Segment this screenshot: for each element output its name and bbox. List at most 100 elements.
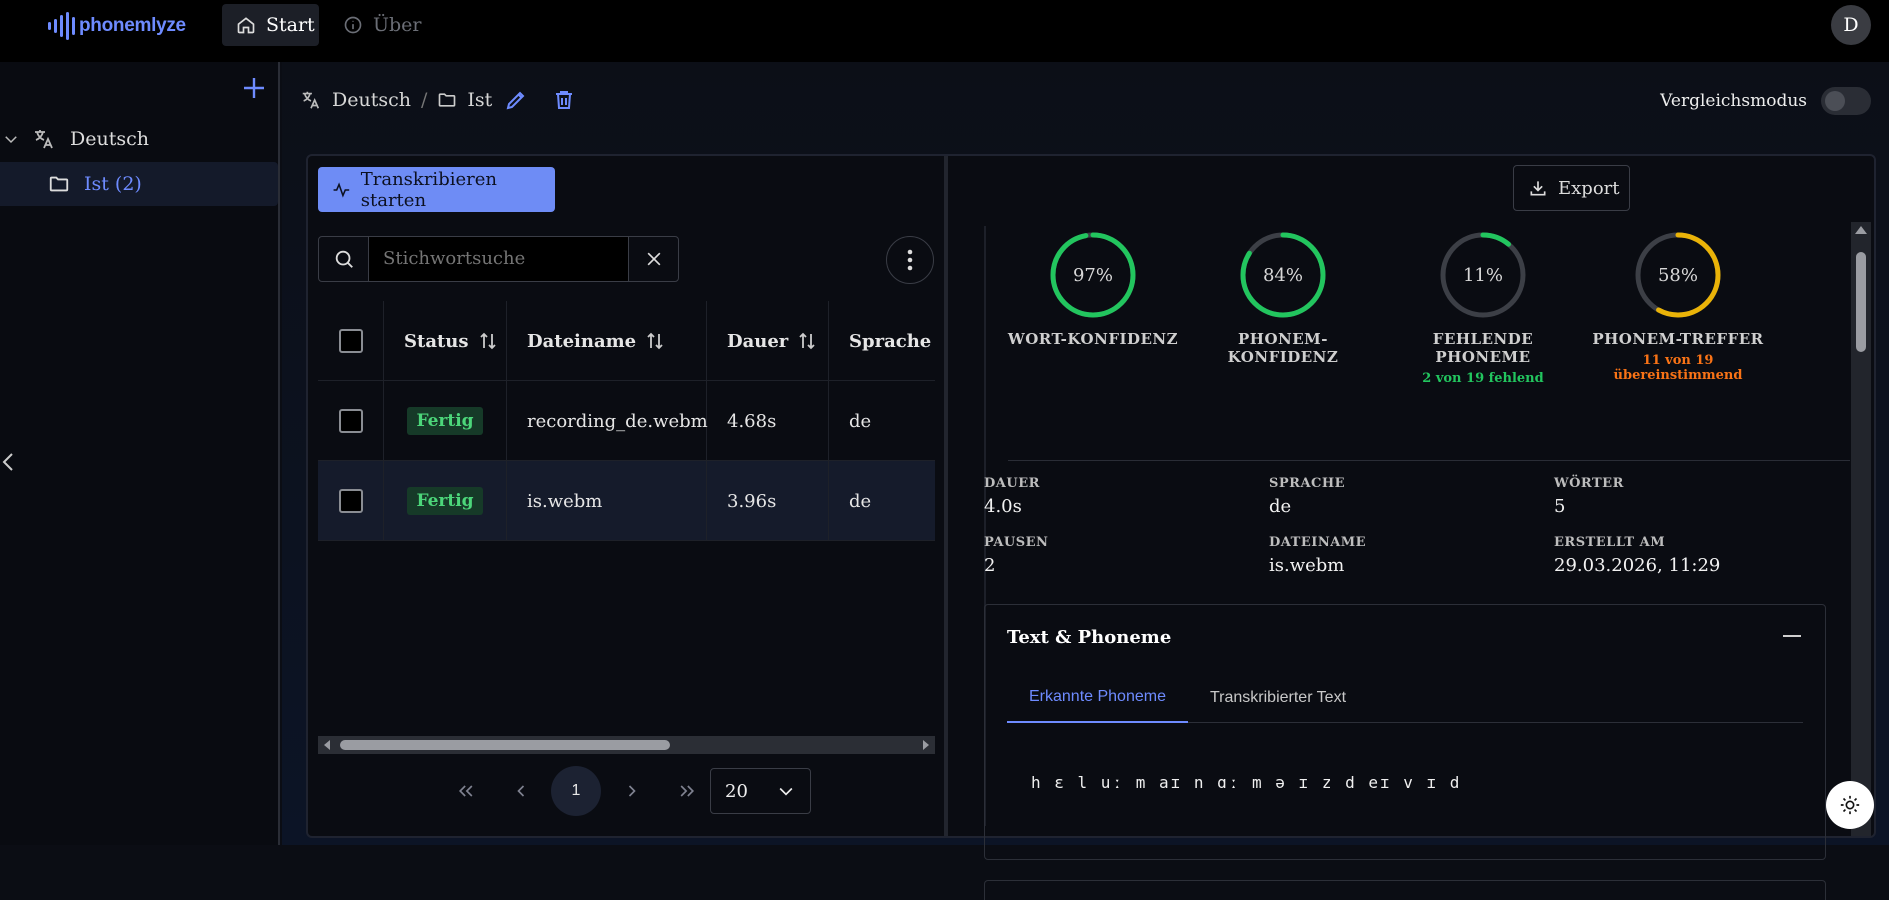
meta-erstellt-value: 29.03.2026, 11:29 [1554, 555, 1721, 576]
export-button[interactable]: Export [1513, 165, 1630, 211]
text-phoneme-card: Text & Phoneme Erkannte Phoneme Transkri… [984, 604, 1826, 860]
scroll-right-icon[interactable] [919, 736, 933, 754]
logo-waveform-icon [48, 12, 75, 40]
header-duration-label: Dauer [727, 330, 789, 352]
clear-search-button[interactable] [628, 237, 678, 281]
next-page-button[interactable] [604, 767, 659, 815]
status-badge: Fertig [407, 487, 483, 515]
gauge-subtext: 2 von 19 fehlend [1422, 371, 1544, 386]
logo[interactable]: phonemlyze [48, 12, 186, 40]
activity-icon [333, 181, 350, 198]
gauge-ring: 97% [1050, 232, 1136, 318]
meta-dauer-value: 4.0s [984, 496, 1022, 517]
gauge-ring: 58% [1635, 232, 1721, 318]
breadcrumb-folder: Ist [467, 89, 493, 111]
table-row[interactable]: Fertig recording_de.webm 4.68s de [318, 381, 935, 461]
vertical-scrollbar[interactable] [1851, 222, 1871, 836]
download-icon [1530, 181, 1546, 196]
folder-icon [49, 176, 69, 192]
meta-dateiname-label: DATEINAME [1269, 535, 1367, 550]
last-page-button[interactable] [659, 767, 714, 815]
avatar[interactable]: D [1831, 5, 1871, 45]
row-select-cell [318, 461, 384, 541]
gauge-value: 84% [1263, 265, 1303, 286]
page-size-value: 20 [725, 780, 748, 802]
header-filename-label: Dateiname [527, 330, 637, 352]
compare-mode: Vergleichsmodus [1660, 87, 1871, 115]
meta-erstellt-label: ERSTELLT AM [1554, 535, 1666, 550]
scroll-up-icon[interactable] [1855, 226, 1867, 234]
header-duration[interactable]: Dauer [707, 301, 829, 381]
nav-ueber[interactable]: Über [343, 4, 422, 46]
select-all-cell [318, 301, 384, 381]
current-page-button[interactable]: 1 [551, 766, 601, 816]
select-all-checkbox[interactable] [338, 329, 363, 353]
text-phoneme-title: Text & Phoneme [1007, 627, 1172, 648]
header-language-label: Sprache [849, 330, 932, 352]
vertical-scrollbar-thumb[interactable] [1856, 252, 1866, 352]
header-filename[interactable]: Dateiname [507, 301, 707, 381]
gauge-phonem-konfidenz: 84% PHONEM-KONFIDENZ [1183, 228, 1383, 366]
nav-start[interactable]: Start [222, 4, 319, 46]
pagination: 1 [438, 766, 714, 816]
nav-start-label: Start [266, 14, 315, 36]
next-card-edge [984, 880, 1826, 900]
translate-icon [302, 91, 320, 109]
page-size-select[interactable]: 20 [710, 768, 811, 814]
chevron-down-icon [779, 787, 793, 796]
theme-toggle-button[interactable] [1826, 781, 1874, 829]
compare-mode-toggle[interactable] [1821, 87, 1871, 115]
edit-icon[interactable] [504, 88, 528, 112]
main-area: Deutsch / Ist Vergleichsmodus Transkribi… [282, 62, 1889, 900]
filename-cell: is.webm [507, 461, 707, 541]
transcribe-button[interactable]: Transkribieren starten [318, 167, 555, 212]
nav-ueber-label: Über [373, 14, 422, 36]
search-box [318, 236, 679, 282]
gauge-phonem-treffer: 58% PHONEM-TREFFER 11 von 19 übereinstimme… [1578, 228, 1778, 383]
collapse-icon[interactable] [1783, 635, 1801, 637]
tab-transkribierter-text[interactable]: Transkribierter Text [1188, 673, 1368, 723]
close-icon [647, 252, 660, 266]
gauge-wort-konfidenz: 97% WORT-KONFIDENZ [993, 228, 1193, 348]
search-input[interactable] [369, 237, 628, 281]
chevrons-left-icon [458, 785, 472, 797]
trash-icon[interactable] [552, 88, 576, 112]
table-header-row: Status Dateiname Dauer Sprache [318, 301, 935, 381]
row-checkbox[interactable] [338, 489, 363, 513]
sort-icon [479, 332, 496, 350]
horizontal-scrollbar[interactable] [318, 736, 935, 754]
first-page-button[interactable] [438, 767, 493, 815]
sort-icon [647, 332, 663, 350]
compare-mode-label: Vergleichsmodus [1660, 91, 1807, 111]
header-language[interactable]: Sprache [829, 301, 935, 381]
gauge-fehlende-phoneme: 11% FEHLENDE PHONEME 2 von 19 fehlend [1383, 228, 1583, 386]
header-status-label: Status [404, 330, 469, 352]
chevron-down-icon[interactable] [2, 130, 20, 148]
gauge-label: PHONEM-KONFIDENZ [1227, 330, 1339, 366]
header-status[interactable]: Status [384, 301, 507, 381]
breadcrumb-language[interactable]: Deutsch [332, 89, 411, 111]
duration-cell: 3.96s [707, 461, 829, 541]
more-options-button[interactable] [886, 236, 934, 284]
horizontal-scrollbar-thumb[interactable] [340, 740, 670, 750]
prev-page-button[interactable] [493, 767, 548, 815]
row-checkbox[interactable] [338, 409, 363, 433]
chevron-left-icon[interactable] [0, 450, 16, 474]
gauge-value: 97% [1073, 265, 1113, 286]
gauge-label: FEHLENDE PHONEME [1432, 330, 1534, 366]
meta-sprache-label: SPRACHE [1269, 476, 1346, 491]
gauge-label: WORT-KONFIDENZ [1007, 330, 1179, 348]
sidebar-item-ist-label: Ist (2) [84, 173, 142, 195]
sidebar-item-ist[interactable]: Ist (2) [0, 162, 278, 206]
sidebar-item-deutsch[interactable]: Deutsch [0, 122, 149, 156]
meta-dateiname-value: is.webm [1269, 555, 1345, 576]
gauge-ring: 84% [1240, 232, 1326, 318]
tab-erkannte-phoneme[interactable]: Erkannte Phoneme [1007, 673, 1188, 723]
status-cell: Fertig [384, 461, 507, 541]
logo-text: phonemlyze [79, 15, 186, 36]
recordings-pane: Transkribieren starten Stichwortsuche St… [308, 156, 948, 836]
gauge-value: 58% [1658, 265, 1698, 286]
scroll-left-icon[interactable] [320, 736, 334, 754]
table-row[interactable]: Fertig is.webm 3.96s de [318, 461, 935, 541]
add-icon[interactable] [240, 74, 268, 102]
